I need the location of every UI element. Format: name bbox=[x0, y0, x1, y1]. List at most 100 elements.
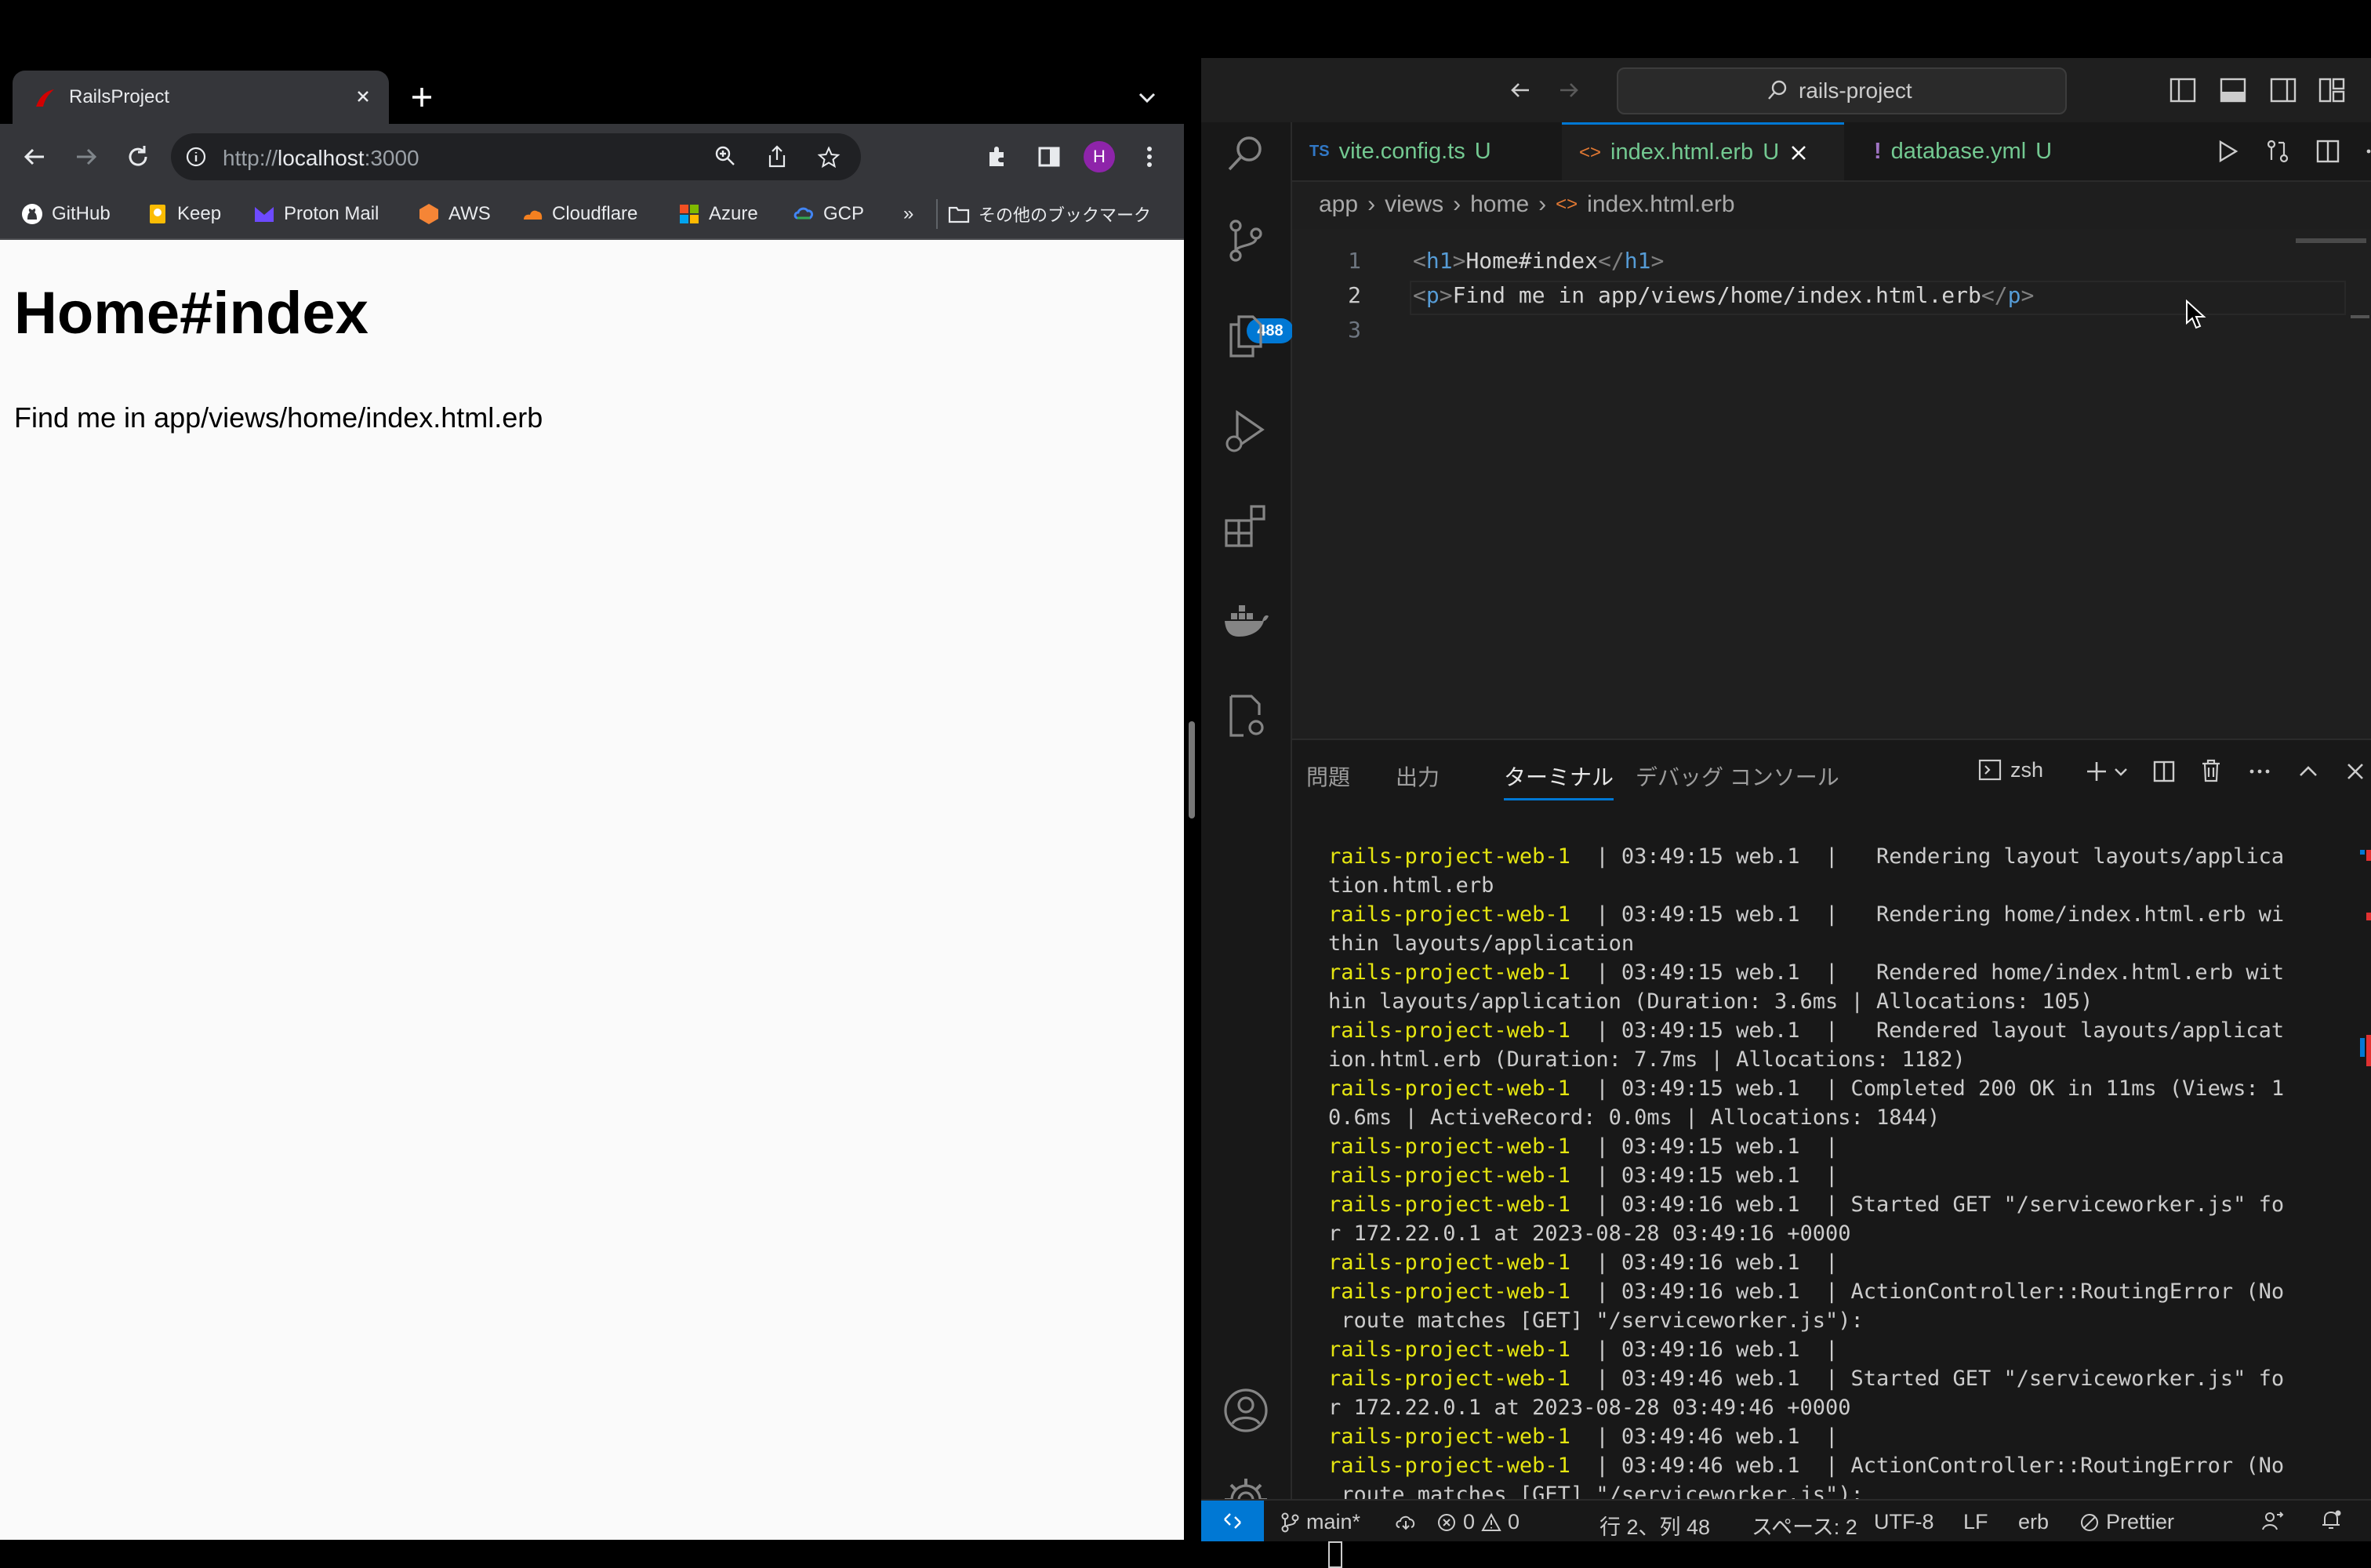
terminal-line-prefix: rails-project-web-1 bbox=[1328, 960, 1570, 985]
chevron-down-icon[interactable] bbox=[1134, 85, 1160, 111]
extensions-puzzle-icon[interactable] bbox=[982, 141, 1013, 172]
eol-status[interactable]: LF bbox=[1963, 1510, 1988, 1534]
other-bookmarks[interactable]: その他のブックマーク bbox=[947, 201, 1151, 227]
split-grip-handle[interactable] bbox=[1189, 721, 1195, 818]
breadcrumb-app[interactable]: app bbox=[1319, 191, 1358, 218]
docker-icon[interactable] bbox=[1222, 597, 1270, 646]
git-branch-status[interactable]: main* bbox=[1280, 1510, 1360, 1534]
terminal-line: rails-project-web-1 | 03:49:46 web.1 | S… bbox=[1328, 1364, 2340, 1393]
new-tab-button[interactable] bbox=[406, 82, 438, 113]
panel-tab-terminal[interactable]: ターミナル bbox=[1504, 760, 1614, 792]
zoom-icon[interactable] bbox=[713, 144, 737, 168]
terminal-line-prefix: rails-project-web-1 bbox=[1328, 1134, 1570, 1159]
search-icon[interactable] bbox=[1222, 130, 1270, 179]
more-actions-icon[interactable] bbox=[2247, 759, 2272, 784]
more-vertical-icon[interactable] bbox=[1134, 141, 1165, 172]
close-icon[interactable] bbox=[351, 85, 375, 108]
bookmark-github[interactable]: GitHub bbox=[20, 201, 111, 227]
bookmark-aws[interactable]: AWS bbox=[417, 201, 491, 227]
back-arrow-icon[interactable] bbox=[19, 141, 50, 172]
bookmark-star-icon[interactable] bbox=[817, 146, 841, 169]
run-debug-icon[interactable] bbox=[1222, 408, 1270, 456]
terminal-line-text: | 03:49:15 web.1 | Completed 200 OK in 1… bbox=[1570, 1076, 2285, 1101]
toggle-secondary-sidebar-icon[interactable] bbox=[2269, 77, 2297, 103]
info-icon[interactable] bbox=[185, 146, 207, 168]
terminal-line-prefix: rails-project-web-1 bbox=[1328, 1076, 1570, 1101]
command-center-search[interactable]: rails-project bbox=[1617, 67, 2067, 114]
tab-strip: RailsProject bbox=[0, 0, 1184, 124]
panel-tab-debug-console[interactable]: デバッグ コンソール bbox=[1636, 760, 1839, 792]
customize-layout-icon[interactable] bbox=[2318, 77, 2346, 103]
warning-icon bbox=[1481, 1512, 1501, 1531]
extensions-icon[interactable] bbox=[1222, 502, 1270, 550]
tab-status: U bbox=[2035, 138, 2053, 164]
problems-status[interactable]: 0 0 bbox=[1436, 1510, 1520, 1534]
terminal-shell-selector[interactable]: zsh bbox=[1977, 757, 2043, 782]
trash-icon[interactable] bbox=[2199, 757, 2224, 784]
sync-cloud-icon[interactable] bbox=[1394, 1512, 1418, 1532]
html-tag-name: h1 bbox=[1624, 248, 1651, 274]
remote-indicator-button[interactable] bbox=[1201, 1501, 1264, 1541]
indentation-status[interactable]: スペース: 2 bbox=[1752, 1510, 1857, 1541]
html-file-icon: <> bbox=[1556, 194, 1578, 215]
cursor-position[interactable]: 行 2、列 48 bbox=[1599, 1510, 1710, 1541]
bookmarks-overflow-button[interactable]: » bbox=[903, 201, 913, 227]
bookmarks-overflow-label: » bbox=[903, 203, 914, 224]
breadcrumb-file[interactable]: index.html.erb bbox=[1587, 191, 1734, 218]
address-bar[interactable]: http://localhost:3000 bbox=[171, 133, 861, 180]
tab-index-html-erb[interactable]: <> index.html.erb U bbox=[1562, 122, 1844, 180]
tab-database-yml[interactable]: ! database.yml U bbox=[1857, 122, 2142, 180]
bell-icon[interactable] bbox=[2319, 1508, 2343, 1532]
activity-bar: 488 bbox=[1201, 122, 1294, 1526]
scroll-marker bbox=[2360, 850, 2365, 855]
explorer-files-icon[interactable] bbox=[1222, 312, 1270, 361]
accounts-share-icon[interactable] bbox=[2261, 1510, 2285, 1532]
panel-tab-problems[interactable]: 問題 bbox=[1306, 760, 1350, 792]
new-terminal-icon[interactable] bbox=[2084, 759, 2109, 784]
encoding-status[interactable]: UTF-8 bbox=[1874, 1510, 1934, 1534]
bookmark-gcp[interactable]: GCP bbox=[792, 201, 864, 227]
forward-arrow-icon[interactable] bbox=[71, 141, 102, 172]
nav-back-icon[interactable] bbox=[1507, 77, 1534, 103]
run-play-icon[interactable] bbox=[2214, 138, 2241, 165]
prohibited-icon bbox=[2081, 1513, 2098, 1531]
source-control-icon[interactable] bbox=[1222, 216, 1270, 265]
share-icon[interactable] bbox=[765, 144, 789, 169]
breadcrumb-home[interactable]: home bbox=[1470, 191, 1529, 218]
close-icon[interactable] bbox=[2343, 759, 2368, 784]
minimap[interactable] bbox=[2296, 238, 2366, 243]
split-terminal-icon[interactable] bbox=[2151, 759, 2177, 784]
panel-tab-output[interactable]: 出力 bbox=[1396, 760, 1440, 792]
split-editor-icon[interactable] bbox=[2315, 138, 2341, 165]
bookmark-proton-mail[interactable]: Proton Mail bbox=[252, 201, 379, 227]
bookmark-cloudflare[interactable]: Cloudflare bbox=[521, 201, 637, 227]
bookmark-azure[interactable]: Azure bbox=[677, 201, 758, 227]
html-tag-name: p bbox=[2007, 282, 2021, 308]
nav-forward-icon[interactable] bbox=[1556, 77, 1582, 103]
breadcrumb-views[interactable]: views bbox=[1385, 191, 1443, 218]
toggle-panel-icon[interactable] bbox=[2219, 77, 2247, 103]
maximize-panel-icon[interactable] bbox=[2296, 759, 2321, 784]
git-branch-icon bbox=[1281, 1512, 1299, 1532]
more-actions-icon[interactable] bbox=[2363, 138, 2371, 165]
account-icon[interactable] bbox=[1222, 1386, 1270, 1435]
open-changes-icon[interactable] bbox=[2264, 138, 2291, 165]
typescript-file-icon: TS bbox=[1309, 142, 1330, 160]
reload-icon[interactable] bbox=[122, 141, 154, 172]
language-mode[interactable]: erb bbox=[2018, 1510, 2049, 1534]
bookmark-keep[interactable]: Keep bbox=[146, 201, 221, 227]
profile-avatar[interactable]: H bbox=[1084, 141, 1115, 172]
microsoft-icon bbox=[680, 205, 699, 223]
terminal-line-prefix: rails-project-web-1 bbox=[1328, 1192, 1570, 1217]
close-icon[interactable] bbox=[1788, 143, 1809, 163]
remote-settings-icon[interactable] bbox=[1222, 691, 1270, 740]
code-editor[interactable]: 1 2 3 <h1>Home#index</h1> <p>Find me in … bbox=[1292, 229, 2371, 739]
terminal-output[interactable]: rails-project-web-1 | 03:49:15 web.1 | R… bbox=[1328, 842, 2340, 1568]
tab-vite-config[interactable]: TS vite.config.ts U bbox=[1292, 122, 1585, 180]
terminal-line: rails-project-web-1 | 03:49:15 web.1 | R… bbox=[1328, 958, 2340, 987]
chevron-down-icon[interactable] bbox=[2112, 764, 2130, 781]
prettier-status[interactable]: Prettier bbox=[2079, 1510, 2174, 1534]
browser-tab-railsproject[interactable]: RailsProject bbox=[13, 71, 389, 124]
toggle-primary-sidebar-icon[interactable] bbox=[2169, 77, 2197, 103]
side-panel-icon[interactable] bbox=[1033, 141, 1065, 172]
